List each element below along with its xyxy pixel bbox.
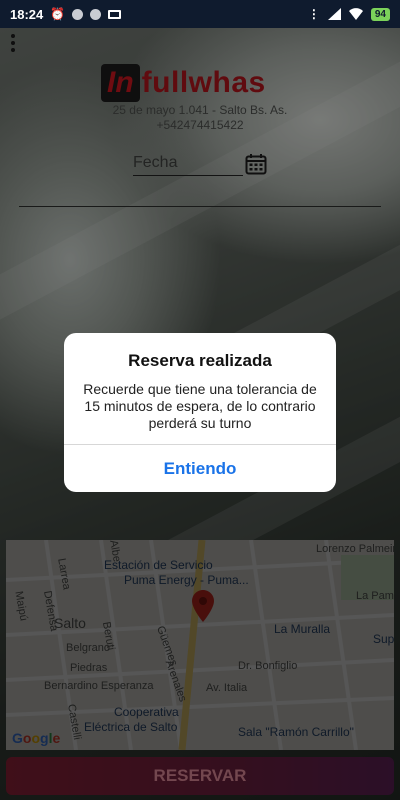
- more-notifications-icon: ⋮: [307, 7, 320, 21]
- battery-icon: 94: [370, 7, 390, 21]
- wifi-icon: [348, 8, 363, 20]
- dialog-confirm-button[interactable]: Entiendo: [64, 445, 336, 492]
- status-bar: 18:24 ⏰ ⋮ 94: [0, 0, 400, 28]
- reservation-dialog: Reserva realizada Recuerde que tiene una…: [64, 333, 336, 492]
- alarm-icon: ⏰: [50, 7, 66, 21]
- notification-icon-2: [90, 8, 102, 20]
- dialog-title: Reserva realizada: [128, 351, 272, 370]
- notification-icon: [72, 8, 84, 20]
- status-time: 18:24: [10, 6, 44, 22]
- signal-icon: [327, 8, 341, 20]
- laptop-icon: [108, 9, 122, 19]
- dialog-message: Recuerde que tiene una tolerancia de 15 …: [83, 381, 317, 431]
